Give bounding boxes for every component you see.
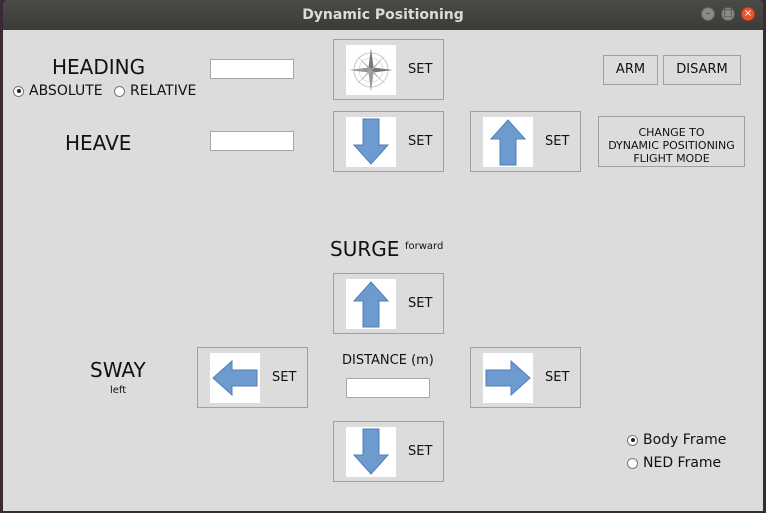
change-mode-line-2: DYNAMIC POSITIONING — [608, 139, 735, 152]
arrow-up-icon — [346, 279, 396, 329]
absolute-radio-dot — [13, 85, 24, 97]
window-title: Dynamic Positioning — [302, 7, 464, 23]
maximize-button[interactable]: □ — [721, 7, 735, 21]
sway-label: SWAY — [90, 358, 146, 382]
surge-sublabel: forward — [405, 241, 444, 252]
heave-down-set-label: SET — [408, 134, 433, 149]
absolute-radio-label: ABSOLUTE — [29, 83, 103, 99]
relative-radio-dot — [114, 85, 125, 97]
surge-forward-set-button[interactable]: SET — [333, 273, 444, 334]
ned-frame-radio[interactable]: NED Frame — [627, 455, 721, 471]
heave-label: HEAVE — [65, 131, 132, 155]
maximize-icon: □ — [723, 8, 733, 19]
ned-frame-label: NED Frame — [643, 455, 722, 471]
sway-right-set-button[interactable]: SET — [470, 347, 581, 408]
sway-sublabel: left — [110, 385, 127, 396]
relative-radio-label: RELATIVE — [130, 83, 197, 99]
heave-input[interactable] — [210, 131, 294, 151]
arrow-left-icon — [210, 353, 260, 403]
disarm-button[interactable]: DISARM — [663, 55, 741, 85]
minimize-icon: – — [705, 8, 711, 19]
arrow-down-icon — [346, 427, 396, 477]
arrow-up-icon — [483, 117, 533, 167]
title-bar: Dynamic Positioning – □ × — [3, 0, 763, 30]
body-frame-label: Body Frame — [643, 432, 727, 448]
arrow-right-icon — [483, 353, 533, 403]
compass-rose-icon — [346, 45, 396, 95]
change-mode-line-3: FLIGHT MODE — [633, 152, 710, 165]
relative-radio[interactable]: RELATIVE — [114, 83, 196, 99]
surge-back-set-button[interactable]: SET — [333, 421, 444, 482]
heave-up-set-label: SET — [545, 134, 570, 149]
heading-set-button[interactable]: SET — [333, 39, 444, 100]
change-to-dp-flight-mode-button[interactable]: CHANGE TO DYNAMIC POSITIONING FLIGHT MOD… — [598, 116, 745, 167]
minimize-button[interactable]: – — [701, 7, 715, 21]
heading-input[interactable] — [210, 59, 294, 79]
ned-frame-radio-dot — [627, 457, 638, 469]
absolute-radio[interactable]: ABSOLUTE — [13, 83, 103, 99]
surge-label: SURGE — [330, 237, 400, 261]
heave-up-set-button[interactable]: SET — [470, 111, 581, 172]
surge-forward-set-label: SET — [408, 296, 433, 311]
sway-left-set-label: SET — [272, 370, 297, 385]
arrow-down-icon — [346, 117, 396, 167]
heave-down-set-button[interactable]: SET — [333, 111, 444, 172]
change-mode-line-1: CHANGE TO — [638, 126, 705, 139]
close-icon: × — [743, 8, 753, 19]
body-frame-radio[interactable]: Body Frame — [627, 432, 726, 448]
sway-right-set-label: SET — [545, 370, 570, 385]
body-frame-radio-dot — [627, 434, 638, 446]
distance-label: DISTANCE (m) — [342, 353, 434, 368]
sway-left-set-button[interactable]: SET — [197, 347, 308, 408]
heading-set-label: SET — [408, 62, 433, 77]
arm-button[interactable]: ARM — [603, 55, 658, 85]
distance-input[interactable] — [346, 378, 430, 398]
close-button[interactable]: × — [741, 7, 755, 21]
dynamic-positioning-window: Dynamic Positioning – □ × HEADING ABSOLU… — [3, 0, 763, 511]
heading-label: HEADING — [52, 55, 146, 79]
surge-back-set-label: SET — [408, 444, 433, 459]
